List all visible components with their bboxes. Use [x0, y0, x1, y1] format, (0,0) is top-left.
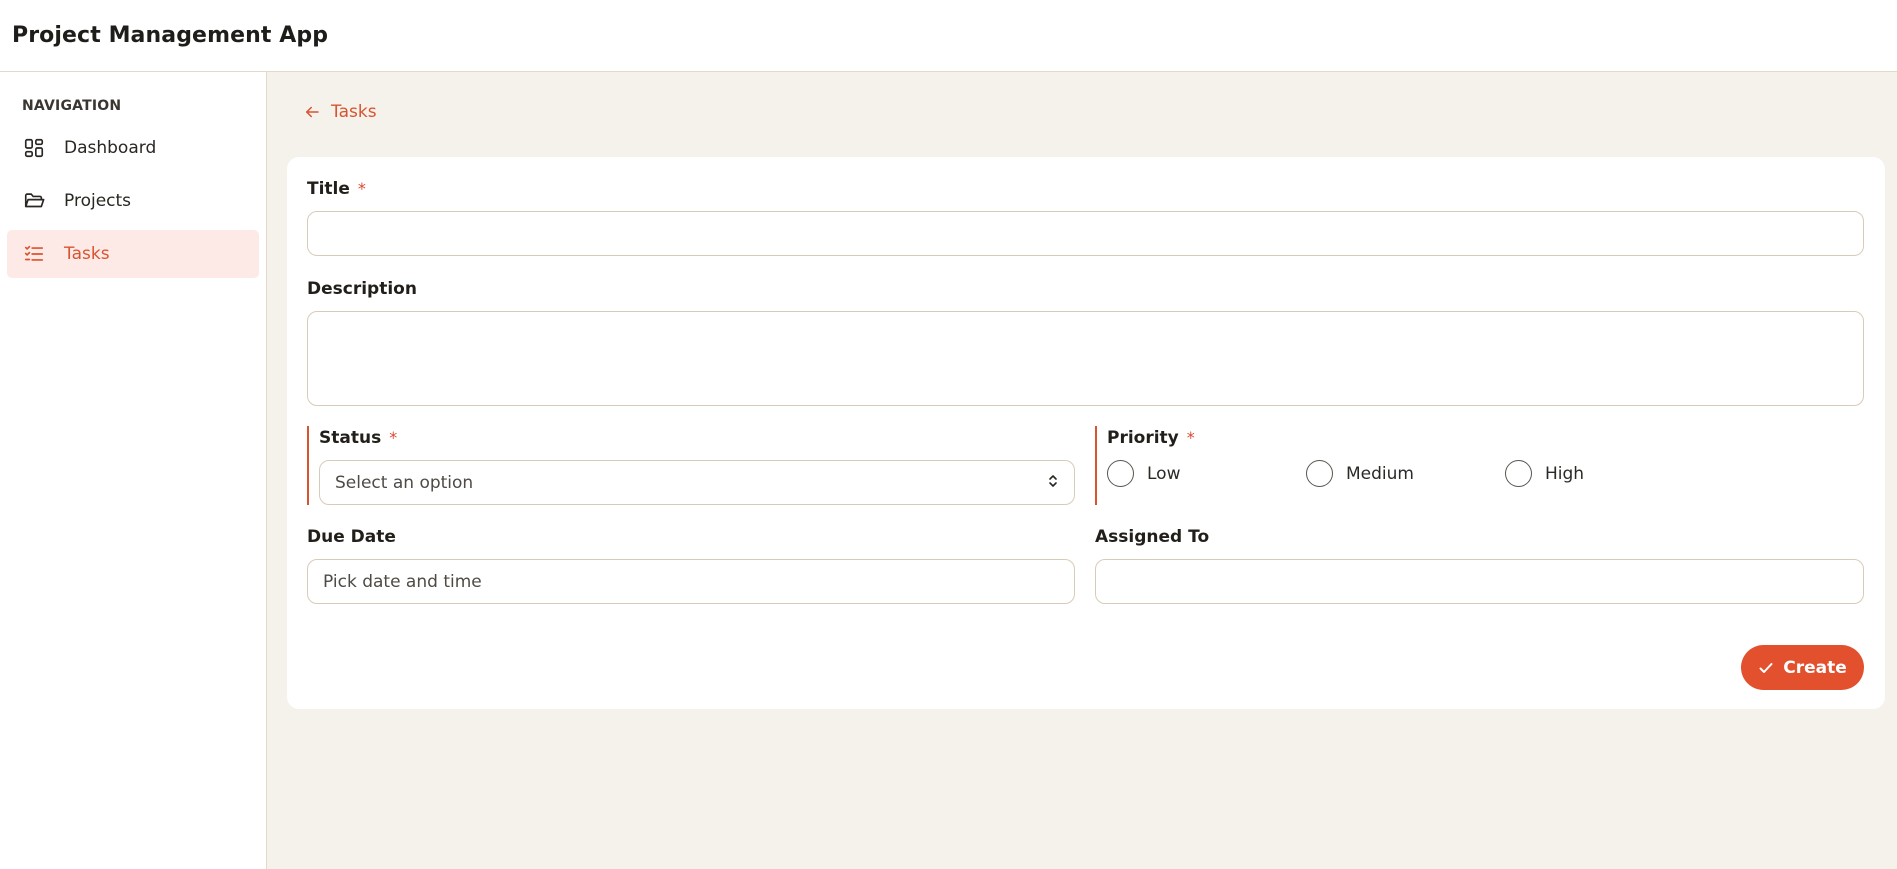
sidebar-item-label: Projects — [64, 191, 132, 211]
sidebar-item-dashboard[interactable]: Dashboard — [7, 124, 259, 172]
sidebar-item-tasks[interactable]: Tasks — [7, 230, 259, 278]
status-label: Status * — [319, 428, 398, 448]
sidebar-item-label: Tasks — [64, 244, 110, 264]
status-select[interactable]: Select an option — [319, 460, 1075, 505]
required-mark: * — [357, 179, 366, 198]
back-link-label: Tasks — [331, 102, 377, 122]
radio-button[interactable] — [1107, 460, 1134, 487]
priority-label: Priority * — [1107, 428, 1195, 448]
app-title: Project Management App — [12, 23, 329, 48]
radio-label: Low — [1147, 463, 1181, 484]
chevron-up-down-icon — [1049, 475, 1057, 487]
description-label: Description — [307, 279, 417, 299]
title-label: Title * — [307, 179, 366, 199]
priority-group-indicator — [1095, 426, 1097, 505]
status-placeholder: Select an option — [335, 472, 474, 493]
folder-icon — [24, 193, 45, 208]
due-date-placeholder: Pick date and time — [323, 571, 482, 592]
back-link[interactable]: Tasks — [303, 102, 377, 122]
nav-heading: NAVIGATION — [22, 98, 122, 114]
description-textarea[interactable] — [307, 311, 1864, 406]
create-button-label: Create — [1783, 657, 1847, 678]
priority-option-high[interactable]: High — [1505, 460, 1704, 487]
required-mark: * — [389, 428, 398, 447]
priority-option-low[interactable]: Low — [1107, 460, 1306, 487]
task-list-icon — [24, 245, 44, 261]
radio-button[interactable] — [1505, 460, 1532, 487]
create-button[interactable]: Create — [1741, 645, 1864, 690]
radio-label: High — [1545, 463, 1585, 484]
priority-radio-group: Low Medium High — [1107, 460, 1704, 487]
assigned-to-input[interactable] — [1095, 559, 1864, 604]
dashboard-icon — [24, 138, 44, 158]
radio-label: Medium — [1346, 463, 1414, 484]
status-group-indicator — [307, 426, 309, 505]
due-date-label: Due Date — [307, 527, 396, 547]
main-content: Tasks Title * Description Status * Select … — [267, 72, 1897, 869]
title-input[interactable] — [307, 211, 1864, 256]
sidebar: NAVIGATION Dashboard Projects Tasks — [0, 72, 267, 869]
arrow-left-icon — [306, 106, 319, 118]
required-mark: * — [1186, 428, 1195, 447]
sidebar-item-label: Dashboard — [64, 138, 157, 158]
top-bar: Project Management App — [0, 0, 1897, 72]
due-date-picker[interactable]: Pick date and time — [307, 559, 1075, 604]
radio-button[interactable] — [1306, 460, 1333, 487]
priority-option-medium[interactable]: Medium — [1306, 460, 1505, 487]
sidebar-item-projects[interactable]: Projects — [7, 177, 259, 225]
task-form-card: Title * Description Status * Select an opt… — [287, 157, 1885, 709]
check-icon — [1759, 662, 1773, 673]
assigned-to-label: Assigned To — [1095, 527, 1210, 547]
